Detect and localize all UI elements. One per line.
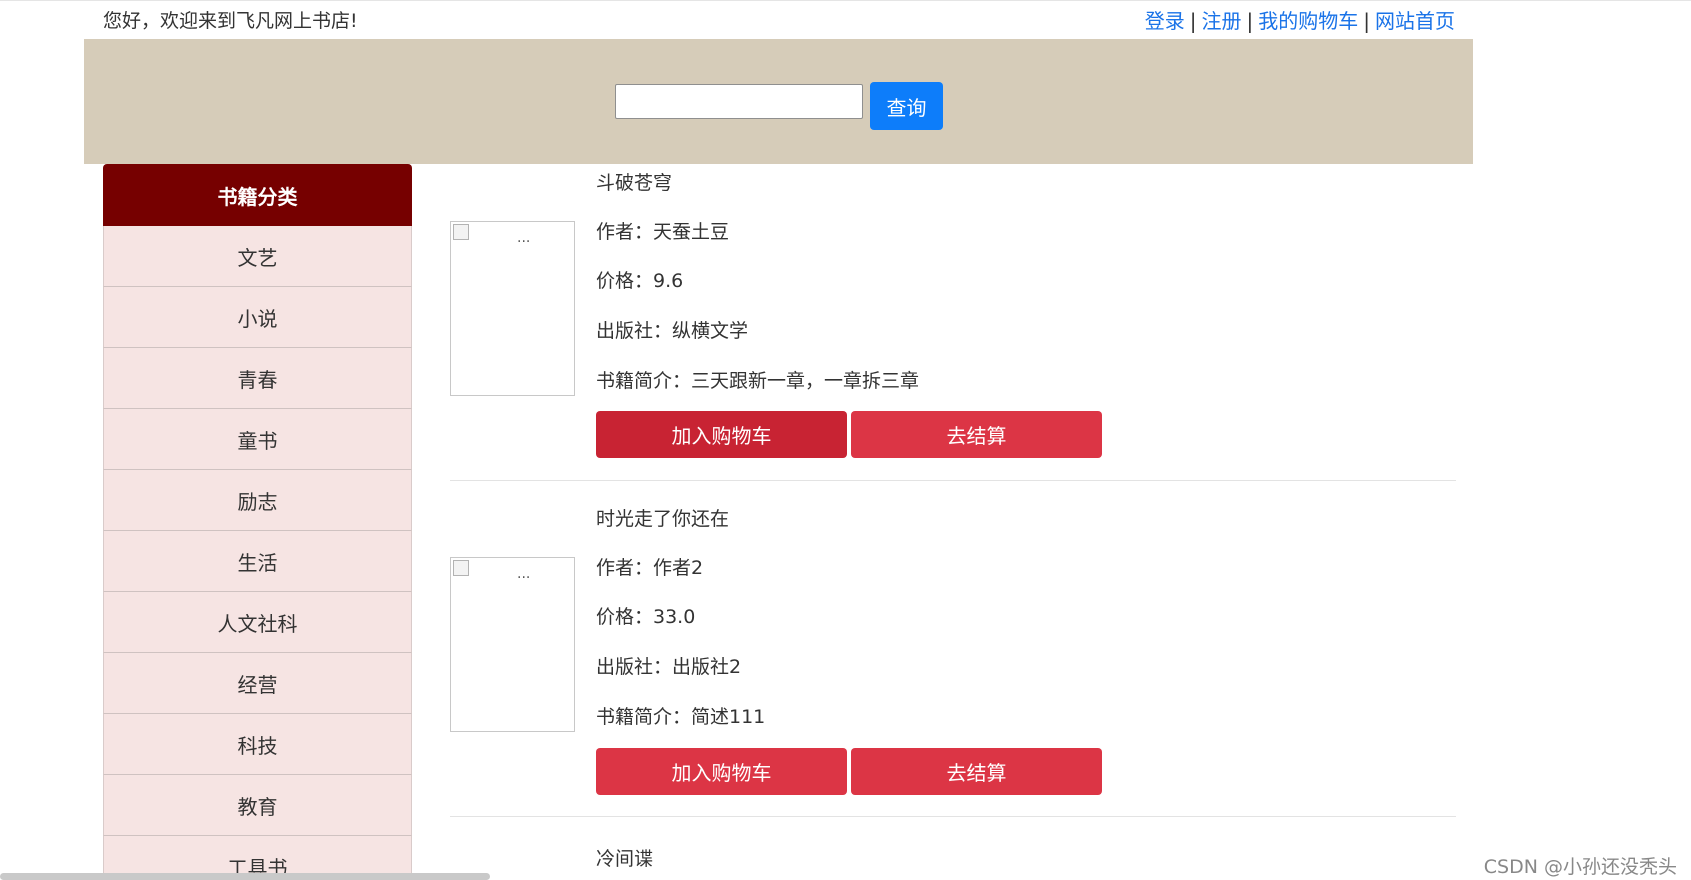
sidebar-item-jingying[interactable]: 经营 [103,653,412,714]
horizontal-scrollbar[interactable] [0,873,490,880]
sidebar-item-wenyi[interactable]: 文艺 [103,226,412,287]
broken-image-icon [453,560,469,576]
search-button[interactable]: 查询 [870,82,943,130]
book-item: 冷间谍 [450,836,1456,880]
book-title: 时光走了你还在 [596,508,730,530]
link-separator: | [1363,9,1370,33]
book-item: ... 时光走了你还在 作者：作者2 价格：33.0 出版社：出版社2 书籍简介… [450,500,1456,820]
book-cover-image: ... [450,557,575,732]
book-publisher: 出版社：出版社2 [596,656,742,678]
link-separator: | [1189,9,1197,33]
divider [450,816,1456,817]
sidebar-title: 书籍分类 [103,164,412,226]
broken-image-icon [453,224,469,240]
search-banner: 查询 [84,39,1473,164]
sidebar-item-shenghuo[interactable]: 生活 [103,531,412,592]
image-alt-text: ... [517,230,531,246]
category-sidebar: 书籍分类 文艺 小说 青春 童书 励志 生活 人文社科 经营 科技 教育 工具书 [103,164,412,880]
checkout-button[interactable]: 去结算 [851,411,1102,458]
book-title: 冷间谍 [596,848,654,870]
book-price: 价格：33.0 [596,606,696,628]
sidebar-item-qingchun[interactable]: 青春 [103,348,412,409]
top-bar: 您好，欢迎来到飞凡网上书店! 登录 | 注册 | 我的购物车 | 网站首页 [0,0,1691,39]
sidebar-item-jiaoyu[interactable]: 教育 [103,775,412,836]
book-author: 作者：作者2 [596,557,704,579]
book-intro: 书籍简介：简述111 [596,706,766,728]
top-links: 登录 | 注册 | 我的购物车 | 网站首页 [1145,5,1455,34]
home-link[interactable]: 网站首页 [1375,9,1455,33]
search-input[interactable] [615,84,863,119]
book-price: 价格：9.6 [596,270,684,292]
book-item: ... 斗破苍穹 作者：天蚕土豆 价格：9.6 出版社：纵横文学 书籍简介：三天… [450,164,1456,484]
sidebar-item-xiaoshuo[interactable]: 小说 [103,287,412,348]
book-cover-image: ... [450,221,575,396]
checkout-button[interactable]: 去结算 [851,748,1102,795]
add-to-cart-button[interactable]: 加入购物车 [596,411,847,458]
book-intro: 书籍简介：三天跟新一章，一章拆三章 [596,370,920,392]
sidebar-item-tongshu[interactable]: 童书 [103,409,412,470]
book-title: 斗破苍穹 [596,172,673,194]
book-publisher: 出版社：纵横文学 [596,320,749,342]
sidebar-item-lizhi[interactable]: 励志 [103,470,412,531]
welcome-text: 您好，欢迎来到飞凡网上书店! [103,10,358,32]
register-link[interactable]: 注册 [1202,9,1242,33]
login-link[interactable]: 登录 [1145,9,1185,33]
watermark: CSDN @小孙还没秃头 [1483,856,1677,878]
add-to-cart-button[interactable]: 加入购物车 [596,748,847,795]
divider [450,480,1456,481]
image-alt-text: ... [517,566,531,582]
my-cart-link[interactable]: 我的购物车 [1258,9,1358,33]
sidebar-item-renwen[interactable]: 人文社科 [103,592,412,653]
book-author: 作者：天蚕土豆 [596,221,730,243]
sidebar-item-keji[interactable]: 科技 [103,714,412,775]
link-separator: | [1246,9,1254,33]
